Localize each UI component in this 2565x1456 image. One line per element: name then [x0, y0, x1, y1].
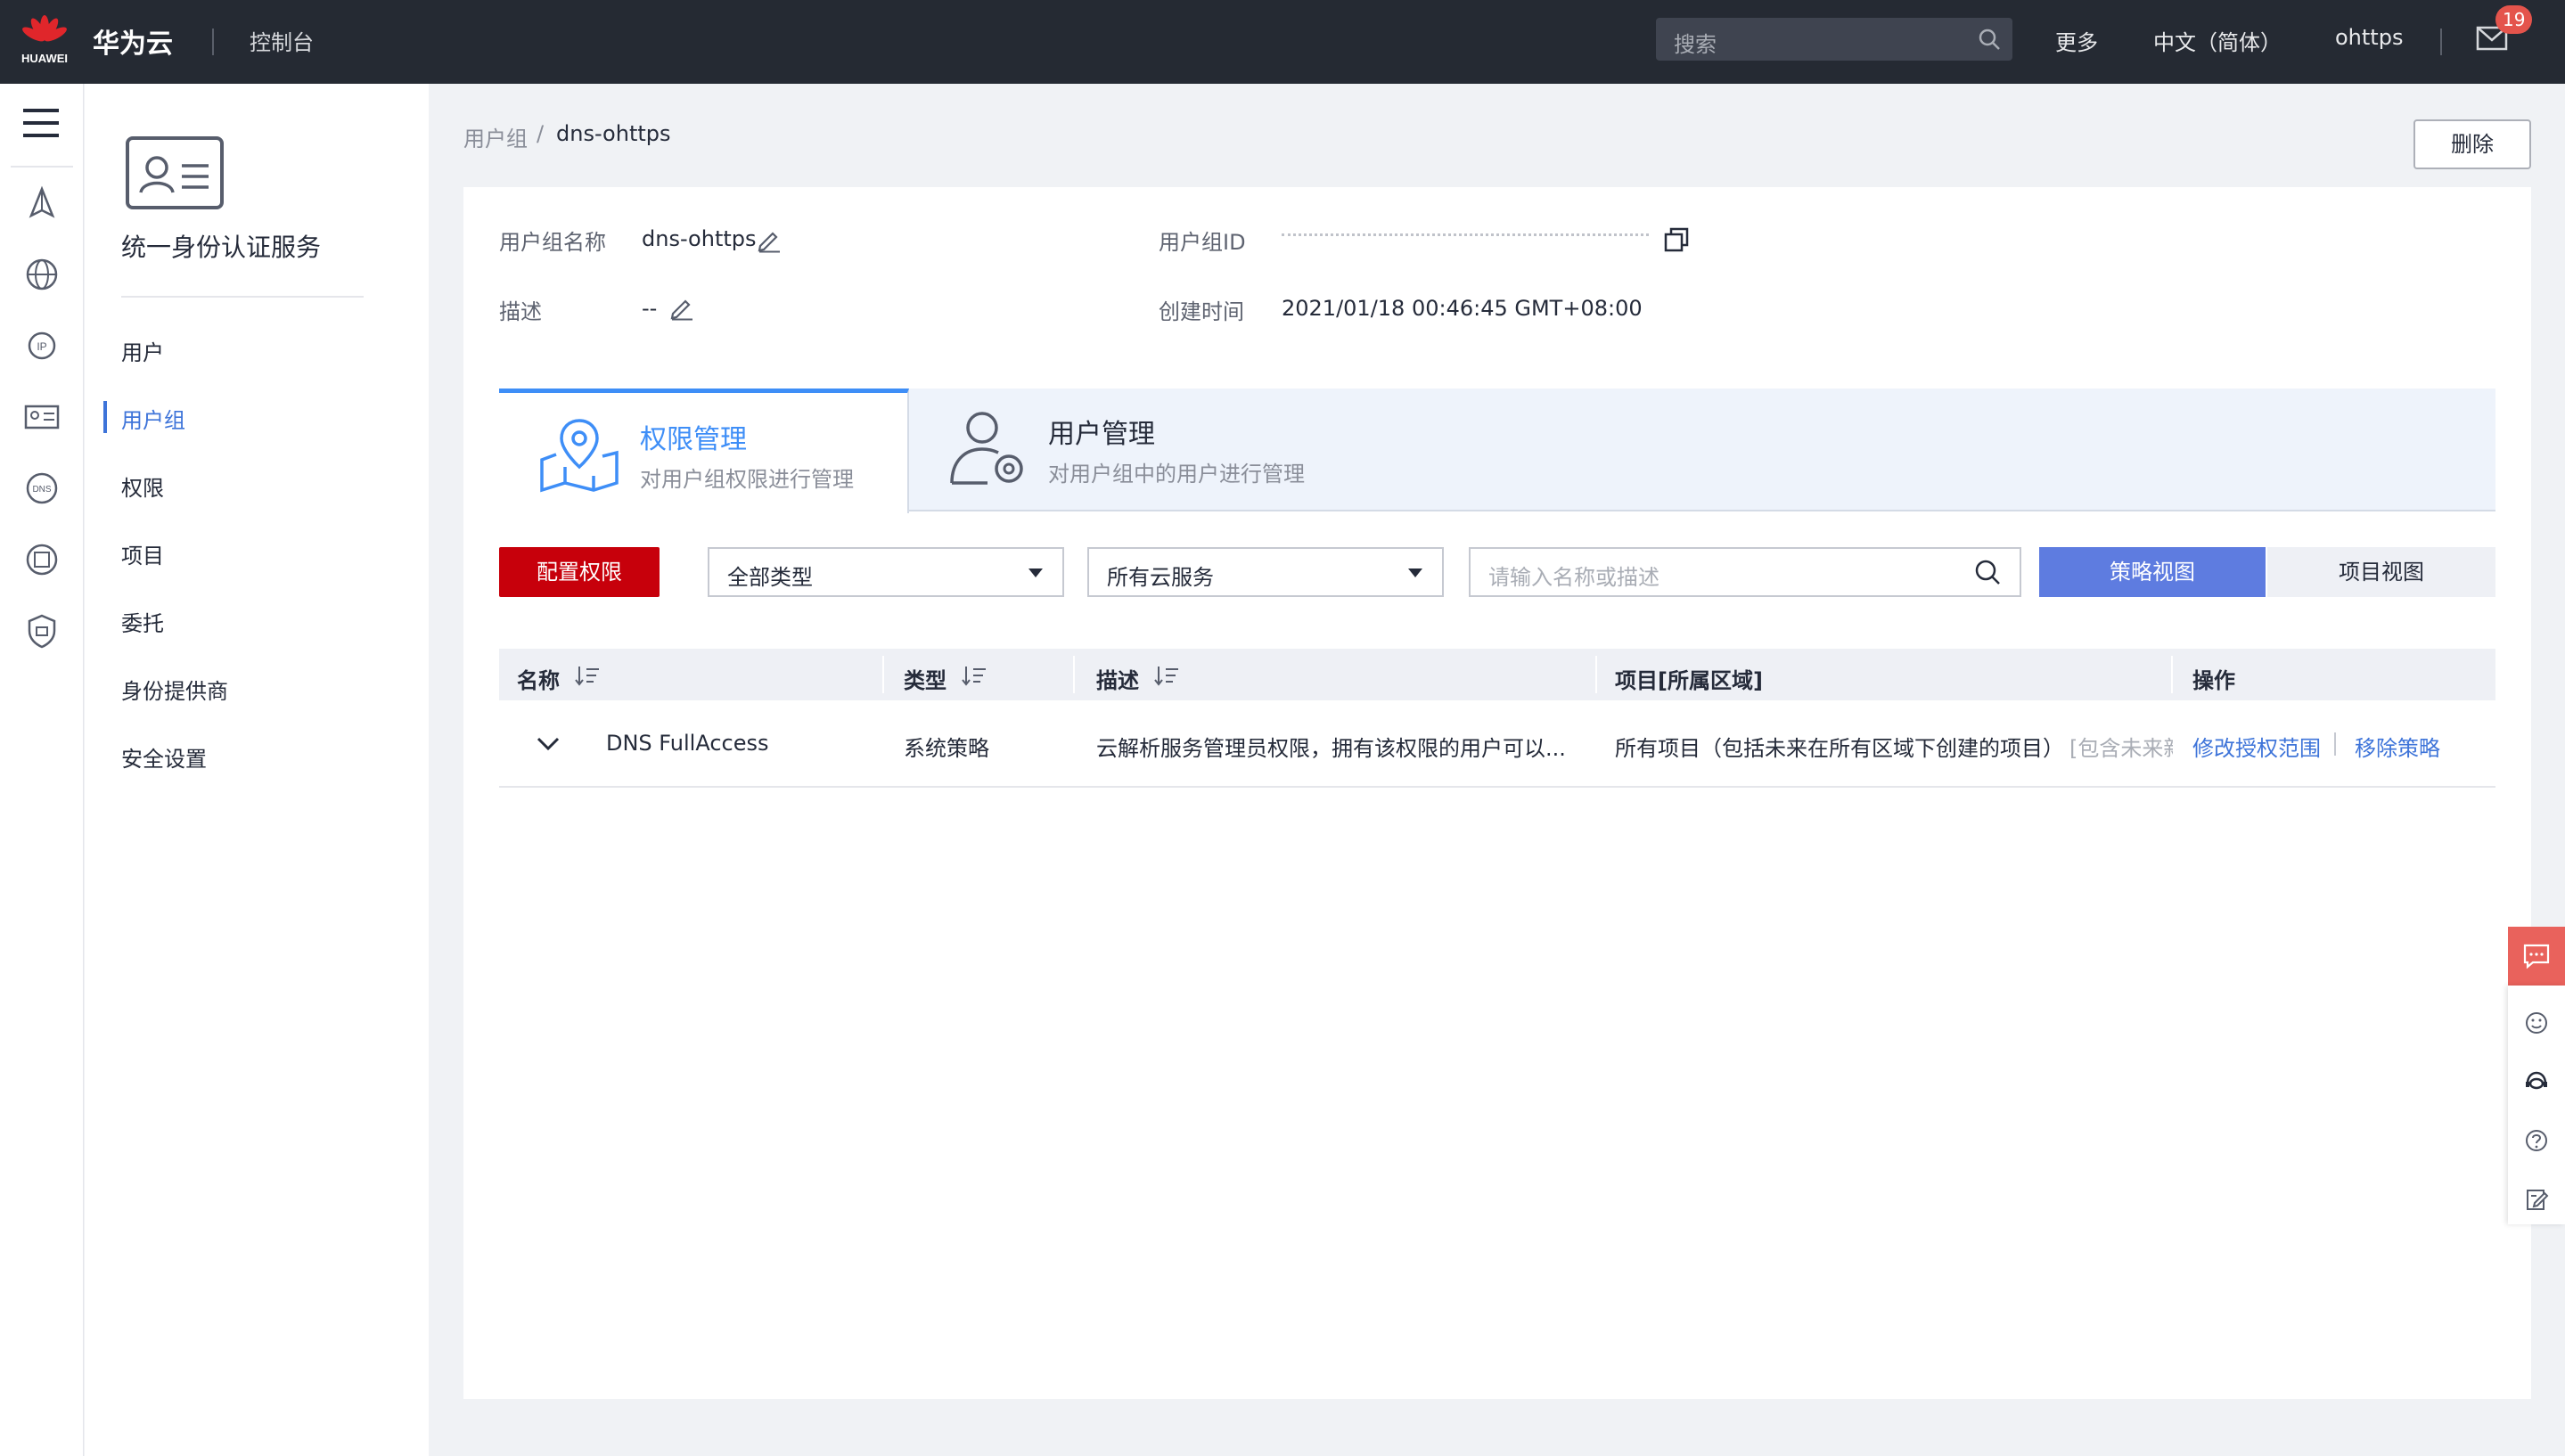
dns-icon[interactable]: DNS	[22, 469, 61, 508]
action-divider	[2334, 732, 2336, 756]
created-time-label: 创建时间	[1159, 299, 1244, 324]
sidebar-item-permissions[interactable]: 权限	[121, 470, 164, 502]
console-link[interactable]: 控制台	[250, 25, 314, 56]
active-indicator	[103, 401, 107, 433]
column-header-name: 名称	[517, 668, 560, 693]
sidebar-item-users[interactable]: 用户	[121, 335, 164, 366]
copy-icon[interactable]	[1663, 226, 1690, 253]
menu-icon[interactable]	[21, 107, 61, 139]
delete-button[interactable]: 删除	[2413, 119, 2531, 169]
chevron-down-icon	[1028, 568, 1043, 577]
customer-service-icon[interactable]	[2524, 1069, 2549, 1094]
divider	[2440, 29, 2442, 55]
policy-project-extra: [包含未来新	[2069, 736, 2173, 761]
row-divider	[499, 786, 2495, 788]
sidebar-divider	[121, 296, 364, 298]
policy-type-value: 全部类型	[727, 565, 813, 590]
service-title: 统一身份认证服务	[121, 233, 322, 262]
project-view-button[interactable]: 项目视图	[2267, 547, 2495, 597]
sidebar-item-user-groups[interactable]: 用户组	[121, 403, 185, 434]
description-value: --	[642, 296, 658, 321]
edit-icon[interactable]	[756, 226, 783, 253]
chevron-down-icon[interactable]	[535, 732, 561, 754]
column-divider	[882, 656, 884, 693]
edit-document-icon[interactable]	[2524, 1187, 2549, 1212]
global-search-placeholder: 搜索	[1674, 32, 1717, 57]
brand-name[interactable]: 华为云	[93, 21, 173, 61]
search-icon[interactable]	[1977, 27, 2002, 52]
modify-scope-link[interactable]: 修改授权范围	[2192, 731, 2321, 762]
language-switch[interactable]: 中文（简体）	[2153, 25, 2282, 56]
tab-user-title: 用户管理	[1048, 419, 1155, 450]
sort-icon[interactable]	[574, 665, 601, 686]
column-header-description: 描述	[1096, 668, 1139, 693]
breadcrumb-separator: /	[537, 121, 545, 146]
column-header-actions: 操作	[2192, 668, 2235, 693]
detail-card	[463, 187, 2531, 1399]
iam-service-icon	[126, 136, 224, 209]
ip-icon[interactable]: IP	[22, 326, 61, 365]
sort-icon[interactable]	[1153, 665, 1180, 686]
map-pin-icon	[540, 419, 619, 493]
cloud-service-value: 所有云服务	[1107, 565, 1214, 590]
smiley-icon[interactable]	[2524, 1010, 2549, 1035]
policy-search-placeholder: 请输入名称或描述	[1488, 565, 1659, 590]
policy-project-scope: 所有项目（包括未来在所有区域下创建的项目）	[1615, 736, 2064, 761]
group-id-value-masked	[1282, 233, 1649, 237]
sidebar-item-security-settings[interactable]: 安全设置	[121, 741, 207, 773]
user-settings-icon	[950, 412, 1023, 485]
edit-icon[interactable]	[668, 294, 695, 321]
favorites-icon[interactable]	[22, 184, 61, 223]
rail-divider	[11, 166, 73, 168]
tab-permission-title: 权限管理	[640, 424, 747, 455]
globe-icon[interactable]	[22, 255, 61, 294]
sidebar-item-identity-providers[interactable]: 身份提供商	[121, 674, 228, 705]
column-divider	[2171, 656, 2173, 693]
help-icon[interactable]	[2524, 1128, 2549, 1153]
chat-icon	[2523, 944, 2550, 969]
sidebar-item-projects[interactable]: 项目	[121, 538, 164, 569]
column-header-type: 类型	[904, 668, 947, 693]
group-id-label: 用户组ID	[1159, 230, 1246, 255]
description-label: 描述	[499, 299, 542, 324]
policy-description: 云解析服务管理员权限，拥有该权限的用户可以...	[1096, 736, 1566, 761]
policy-view-button[interactable]: 策略视图	[2039, 547, 2266, 597]
sidebar-item-agencies[interactable]: 委托	[121, 606, 164, 637]
breadcrumb-parent[interactable]: 用户组	[463, 121, 528, 152]
column-header-project: 项目[所属区域]	[1615, 668, 1763, 693]
user-menu[interactable]: ohttps	[2335, 25, 2403, 50]
configure-permissions-button[interactable]: 配置权限	[499, 547, 660, 597]
notification-badge[interactable]: 19	[2495, 5, 2533, 34]
tab-permission-subtitle: 对用户组权限进行管理	[640, 467, 854, 492]
group-name-label: 用户组名称	[499, 230, 606, 255]
network-icon[interactable]	[22, 540, 61, 579]
id-card-icon[interactable]	[22, 397, 61, 437]
policy-name[interactable]: DNS FullAccess	[606, 731, 769, 756]
logo-text: HUAWEI	[21, 52, 68, 65]
sort-icon[interactable]	[961, 665, 987, 686]
divider	[212, 29, 214, 55]
svg-text:DNS: DNS	[32, 485, 51, 495]
column-divider	[1595, 656, 1597, 693]
group-name-value: dns-ohttps	[642, 226, 757, 251]
shield-icon[interactable]	[22, 611, 61, 650]
created-time-value: 2021/01/18 00:46:45 GMT+08:00	[1282, 296, 1643, 321]
chevron-down-icon	[1408, 568, 1422, 577]
more-menu[interactable]: 更多	[2055, 25, 2098, 56]
svg-text:IP: IP	[37, 340, 46, 353]
breadcrumb-current: dns-ohttps	[556, 121, 671, 146]
search-icon[interactable]	[1973, 558, 2002, 586]
policy-type: 系统策略	[904, 736, 989, 761]
column-divider	[1073, 656, 1075, 693]
remove-policy-link[interactable]: 移除策略	[2355, 731, 2440, 762]
tab-user-subtitle: 对用户组中的用户进行管理	[1048, 462, 1305, 487]
